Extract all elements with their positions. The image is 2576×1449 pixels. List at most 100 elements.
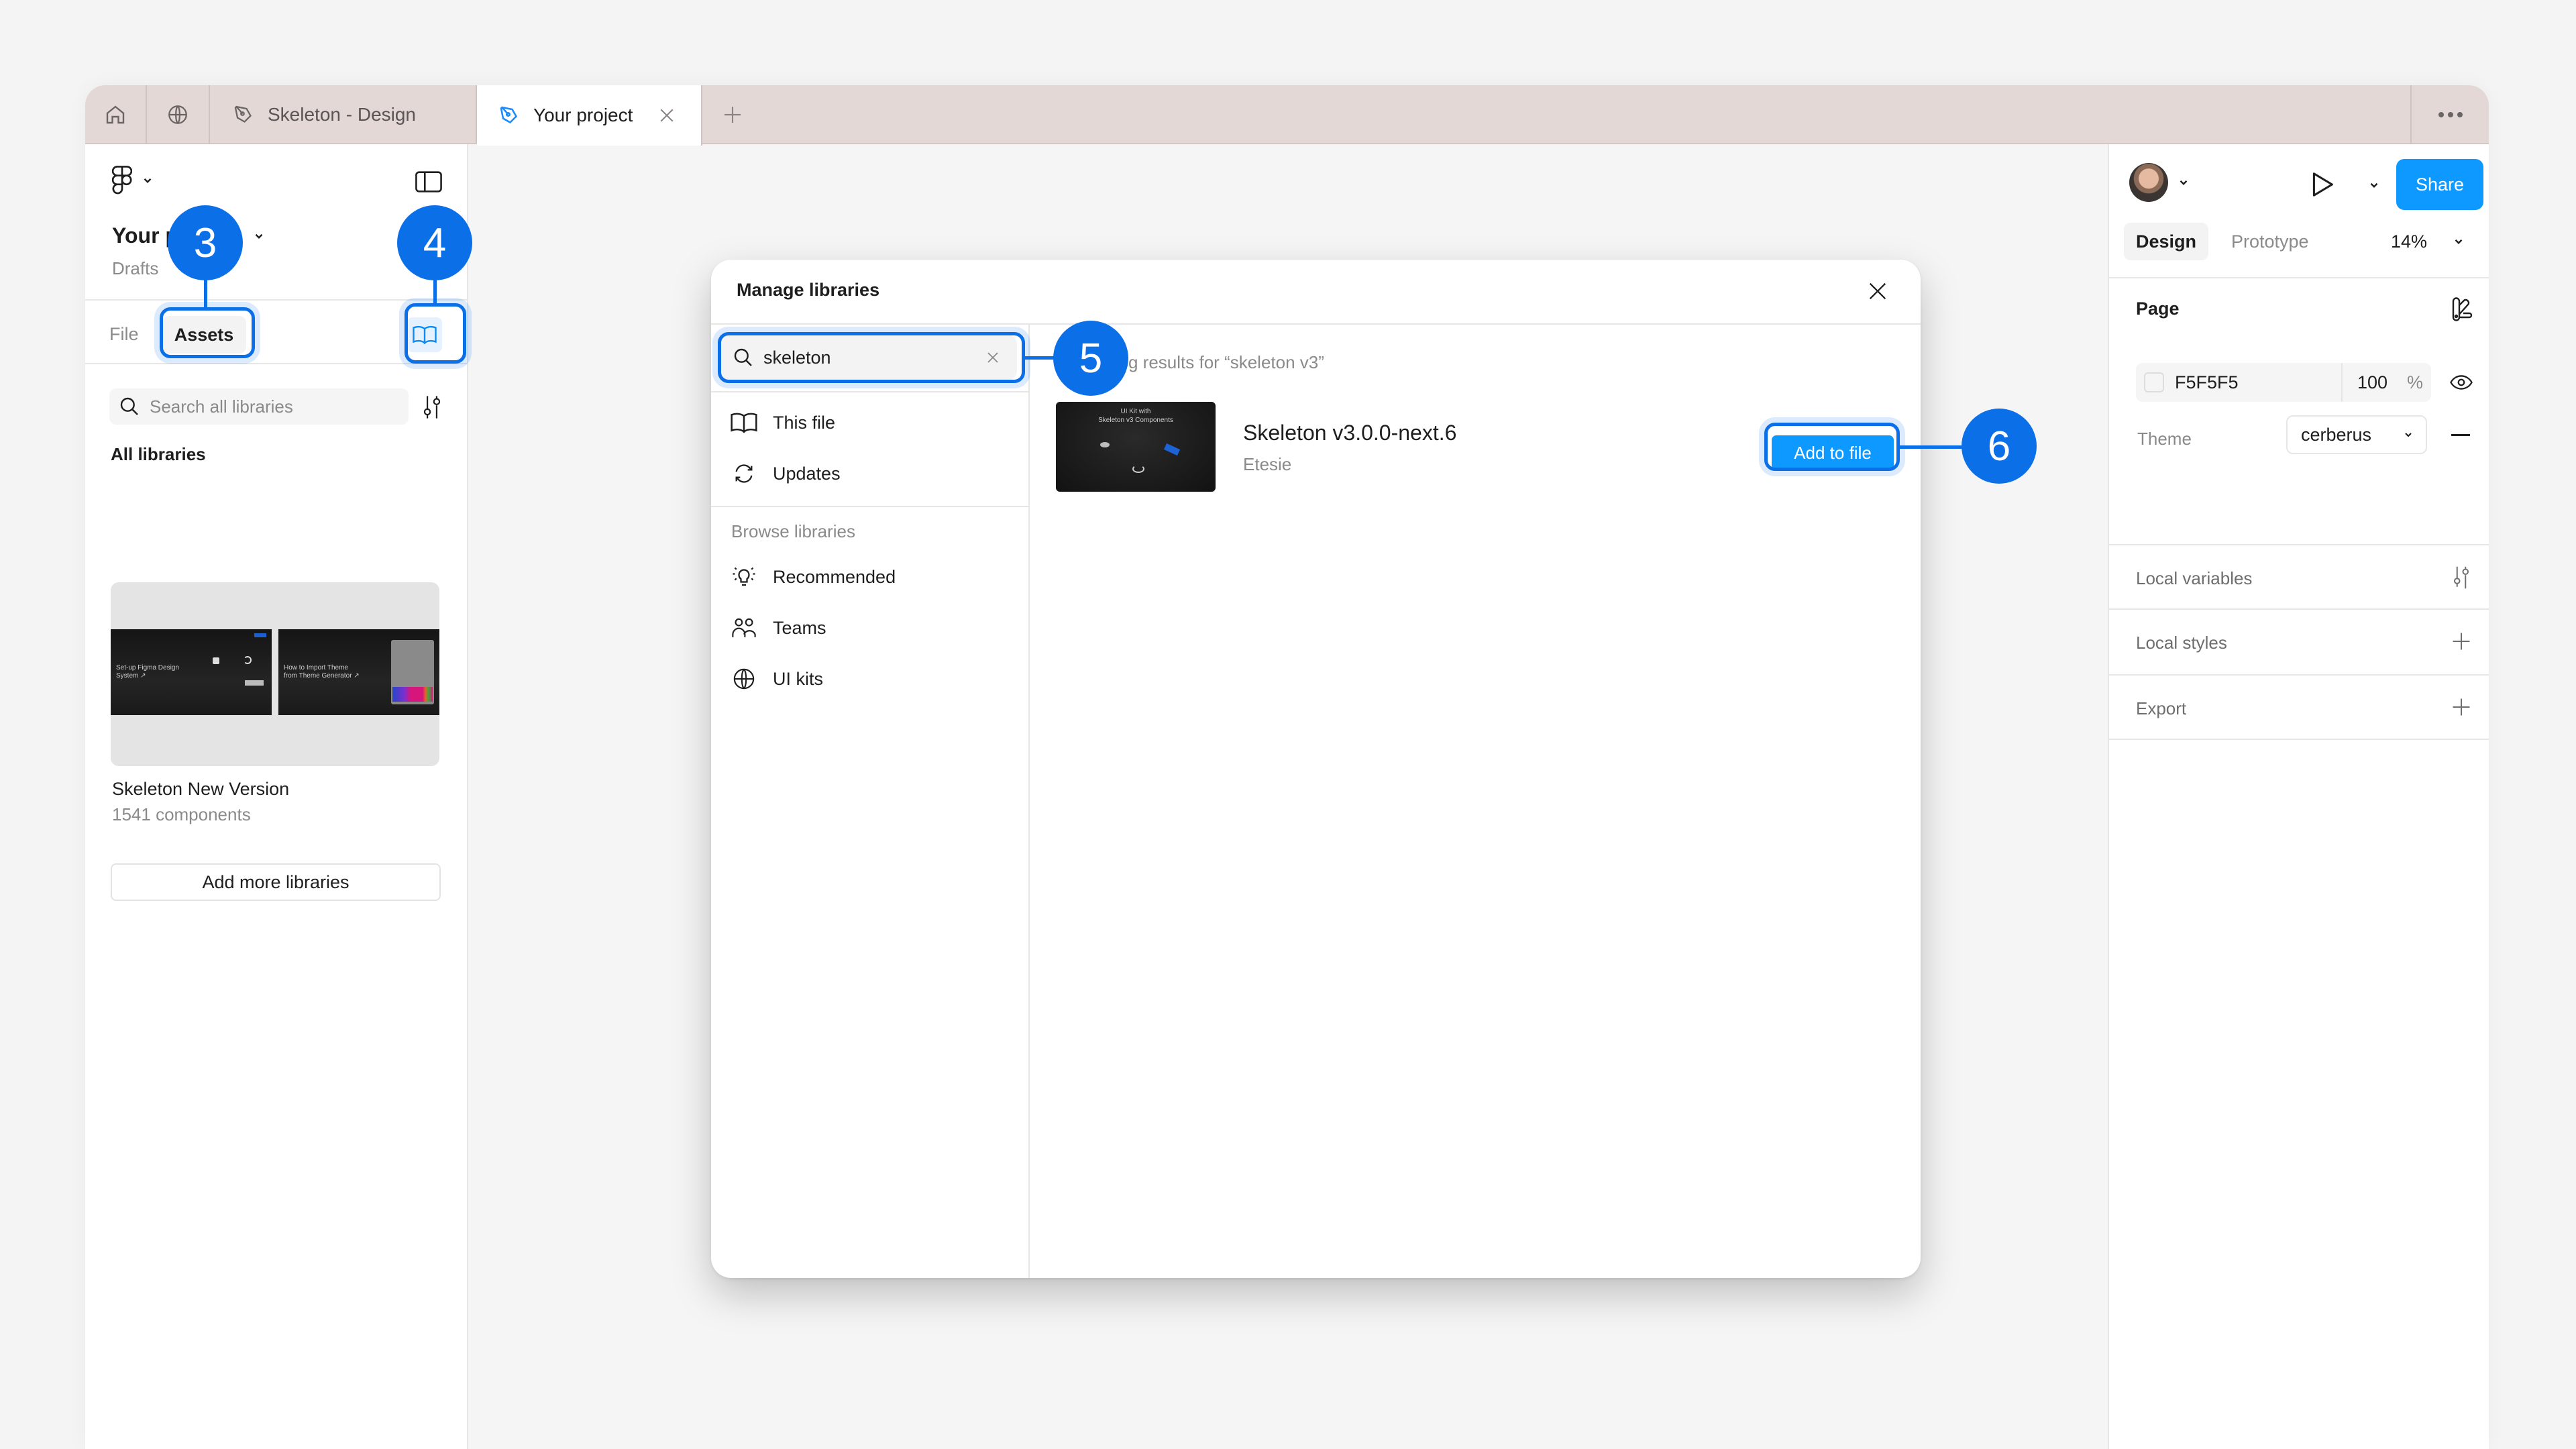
share-button[interactable]: Share [2396, 159, 2483, 210]
home-icon [106, 105, 125, 124]
tab-file[interactable]: File [109, 324, 139, 345]
result-author: Etesie [1243, 454, 1292, 474]
section-title: All libraries [111, 444, 206, 464]
avatar [2129, 163, 2168, 202]
annotation-connector [433, 278, 437, 305]
more-options-button[interactable] [2410, 85, 2489, 144]
divider [85, 299, 468, 301]
library-search-input[interactable]: Search all libraries [109, 388, 409, 425]
library-name: Skeleton New Version [112, 779, 290, 799]
tab-your-project[interactable]: Your project [477, 85, 702, 146]
browse-libraries-label: Browse libraries [731, 521, 855, 541]
modal-title: Manage libraries [737, 280, 880, 300]
ellipsis-icon [2438, 112, 2463, 117]
close-icon[interactable] [1866, 280, 1889, 303]
library-card[interactable]: Set-up Figma Design System ↗ How to Impor… [111, 582, 439, 766]
thumbnail-text: Set-up Figma Design System ↗ [116, 664, 179, 680]
remove-theme-icon[interactable] [2451, 434, 2470, 436]
plus-icon[interactable] [2451, 631, 2471, 651]
page-color-field[interactable]: F5F5F5 100 % [2136, 363, 2431, 402]
refresh-icon [735, 464, 753, 483]
divider [2109, 674, 2489, 676]
tab-design[interactable]: Design [2124, 223, 2209, 260]
nav-updates[interactable]: Updates [730, 460, 841, 488]
library-thumbnail: Set-up Figma Design System ↗ [111, 629, 272, 715]
annotation-badge-6: 6 [1962, 409, 2037, 484]
lightbulb-icon [733, 567, 755, 586]
result-thumbnail[interactable]: UI Kit with Skeleton v3 Components [1056, 402, 1216, 492]
figma-file-icon [500, 106, 518, 124]
styles-icon[interactable] [2450, 297, 2473, 321]
add-more-libraries-button[interactable]: Add more libraries [111, 863, 441, 901]
nav-label: Recommended [773, 566, 896, 587]
nav-label: This file [773, 412, 836, 433]
thumbnail-text: UI Kit with Skeleton v3 Components [1098, 408, 1173, 424]
theme-select[interactable]: cerberus [2286, 415, 2427, 454]
tab-bar: Skeleton - Design Your project [85, 85, 2489, 146]
nav-this-file[interactable]: This file [730, 409, 835, 437]
result-name: Skeleton v3.0.0-next.6 [1243, 421, 1457, 445]
variables-icon[interactable] [2451, 566, 2471, 590]
new-tab-button[interactable] [702, 85, 763, 144]
close-tab-icon[interactable] [657, 105, 677, 125]
filter-icon[interactable] [421, 395, 443, 419]
divider [2109, 608, 2489, 610]
section-local-variables[interactable]: Local variables [2136, 568, 2252, 589]
highlight-libraries-button [405, 303, 466, 364]
right-panel: Share Design Prototype 14% Page F5F5F5 1… [2108, 144, 2489, 1449]
highlight-search-field [718, 332, 1025, 383]
theme-label: Theme [2137, 429, 2192, 449]
plus-icon[interactable] [2451, 697, 2471, 717]
annotation-connector [1025, 356, 1055, 360]
divider [711, 323, 1921, 325]
annotation-badge-3: 3 [168, 205, 243, 280]
divider [2109, 544, 2489, 545]
search-icon [120, 397, 138, 415]
divider [711, 506, 1028, 507]
user-menu[interactable] [2129, 163, 2190, 202]
chevron-down-icon[interactable] [2368, 179, 2380, 191]
main-menu-button[interactable] [112, 166, 154, 195]
tab-label: Your project [533, 105, 633, 125]
home-tab[interactable] [85, 85, 147, 144]
annotation-connector [204, 278, 207, 309]
library-component-count: 1541 components [112, 804, 251, 824]
tab-prototype[interactable]: Prototype [2219, 223, 2321, 260]
divider [1028, 325, 1030, 1278]
toggle-sidebar-icon[interactable] [415, 171, 442, 193]
present-play-icon[interactable] [2310, 171, 2334, 198]
tab-skeleton-design[interactable]: Skeleton - Design [210, 85, 477, 144]
divider [2109, 277, 2489, 278]
chevron-down-icon[interactable] [2453, 235, 2465, 248]
page-opacity[interactable]: 100 [2357, 372, 2387, 393]
nav-label: Teams [773, 617, 826, 638]
eye-icon[interactable] [2450, 372, 2473, 392]
tab-label: Skeleton - Design [268, 104, 417, 125]
section-local-styles[interactable]: Local styles [2136, 633, 2227, 653]
nav-teams[interactable]: Teams [730, 614, 826, 642]
community-tab[interactable] [147, 85, 210, 144]
plus-icon [724, 107, 741, 123]
team-icon [732, 618, 756, 637]
nav-label: Updates [773, 463, 841, 484]
annotation-badge-4: 4 [397, 205, 472, 280]
chevron-down-icon [144, 178, 152, 183]
zoom-level[interactable]: 14% [2391, 231, 2427, 252]
chevron-down-icon[interactable] [253, 230, 265, 242]
page-color-hex[interactable]: F5F5F5 [2175, 372, 2239, 393]
library-thumbnail: How to Import Theme from Theme Generator … [278, 629, 439, 715]
percent-sign: % [2407, 372, 2424, 392]
manage-libraries-modal: Manage libraries skeleton This file Upda… [711, 260, 1921, 1278]
highlight-assets-tab [160, 307, 255, 358]
theme-value: cerberus [2301, 424, 2372, 445]
figma-logo-icon [112, 166, 132, 195]
figma-file-icon [234, 105, 252, 123]
color-swatch[interactable] [2144, 372, 2164, 392]
annotation-badge-5: 5 [1053, 321, 1128, 396]
nav-label: UI kits [773, 668, 824, 689]
nav-recommended[interactable]: Recommended [730, 563, 896, 591]
nav-ui-kits[interactable]: UI kits [730, 665, 823, 693]
thumbnail-text: How to Import Theme from Theme Generator … [284, 664, 360, 680]
results-caption: g results for “skeleton v3” [1128, 352, 1324, 372]
section-export[interactable]: Export [2136, 698, 2186, 719]
